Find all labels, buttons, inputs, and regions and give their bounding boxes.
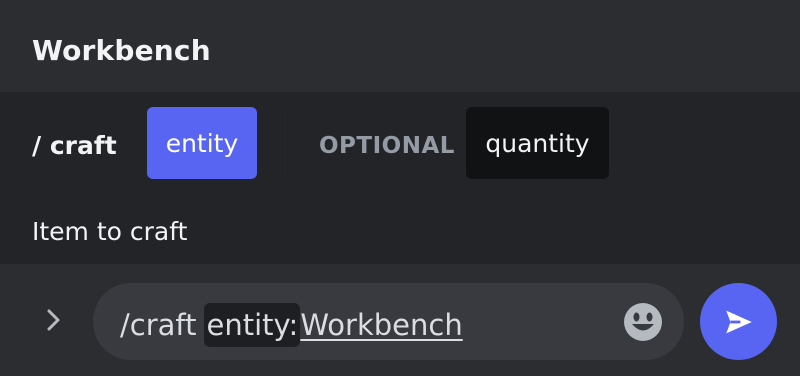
smiley-icon	[624, 303, 662, 341]
header: Workbench	[0, 0, 800, 92]
param-chip-quantity[interactable]: quantity	[466, 107, 609, 179]
param-chip-entity[interactable]: entity	[147, 107, 257, 179]
param-chip-label: quantity	[485, 128, 590, 158]
expand-button[interactable]	[36, 302, 72, 338]
optional-label: OPTIONAL	[319, 133, 455, 159]
option-token-key[interactable]: entity:	[204, 303, 301, 347]
command-name: / craft	[32, 131, 117, 160]
divider	[285, 108, 286, 180]
send-icon	[725, 310, 752, 333]
page-title: Workbench	[32, 34, 211, 67]
param-description: Item to craft	[32, 217, 188, 246]
chevron-right-icon	[47, 309, 60, 331]
command-input-text[interactable]: /craft entity: Workbench	[120, 303, 463, 347]
option-token-value[interactable]: Workbench	[300, 308, 462, 342]
emoji-button[interactable]	[622, 301, 664, 343]
param-chip-label: entity	[165, 128, 239, 158]
send-button[interactable]	[700, 283, 777, 360]
command-prefix: /craft	[120, 308, 197, 342]
